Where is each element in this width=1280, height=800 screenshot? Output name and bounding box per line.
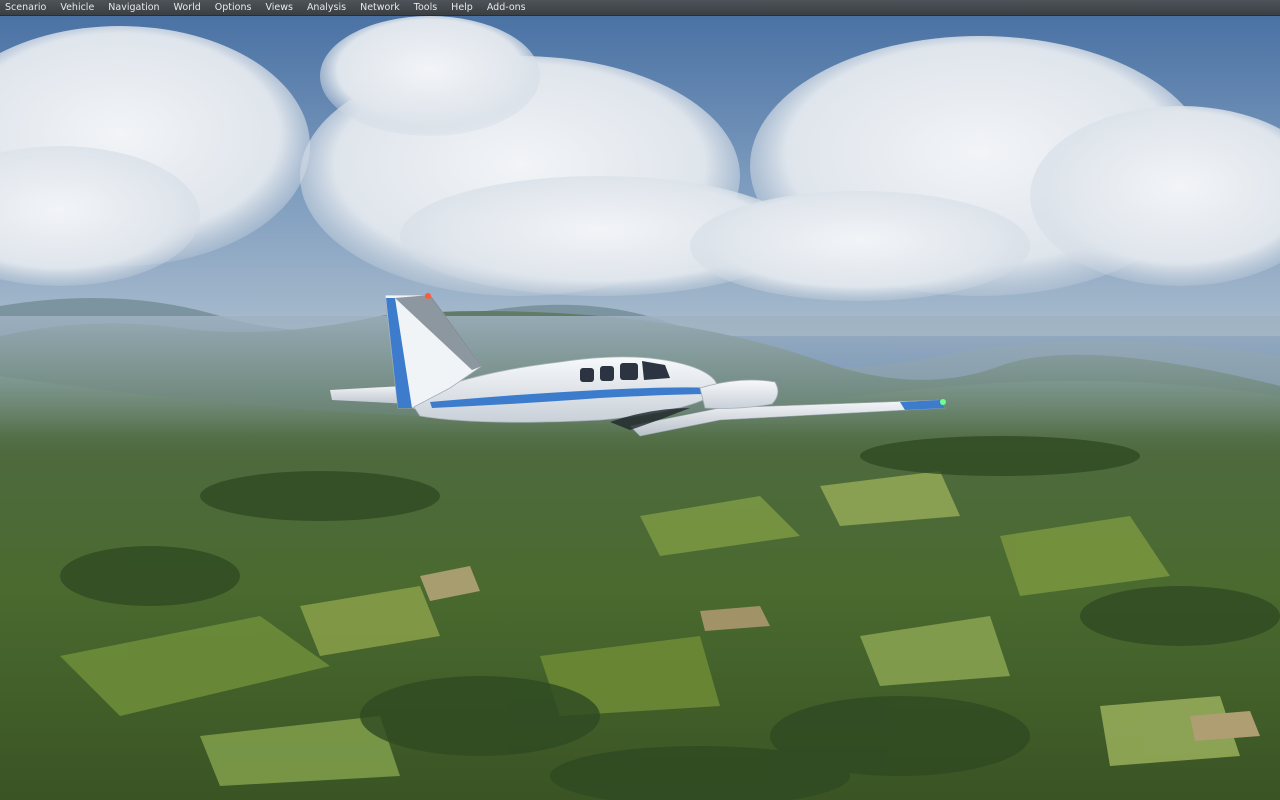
beacon-light bbox=[425, 293, 431, 299]
menu-analysis[interactable]: Analysis bbox=[307, 0, 346, 16]
menu-views[interactable]: Views bbox=[265, 0, 293, 16]
menu-addons[interactable]: Add-ons bbox=[487, 0, 526, 16]
menu-help[interactable]: Help bbox=[451, 0, 473, 16]
menu-network[interactable]: Network bbox=[360, 0, 400, 16]
scene-svg bbox=[0, 16, 1280, 800]
menu-options[interactable]: Options bbox=[215, 0, 252, 16]
nav-light-green bbox=[940, 399, 946, 405]
flight-scene-viewport[interactable] bbox=[0, 16, 1280, 800]
menu-bar: Scenario Vehicle Navigation World Option… bbox=[0, 0, 1280, 16]
menu-navigation[interactable]: Navigation bbox=[108, 0, 159, 16]
menu-tools[interactable]: Tools bbox=[414, 0, 437, 16]
menu-vehicle[interactable]: Vehicle bbox=[60, 0, 94, 16]
menu-scenario[interactable]: Scenario bbox=[5, 0, 46, 16]
menu-world[interactable]: World bbox=[174, 0, 201, 16]
